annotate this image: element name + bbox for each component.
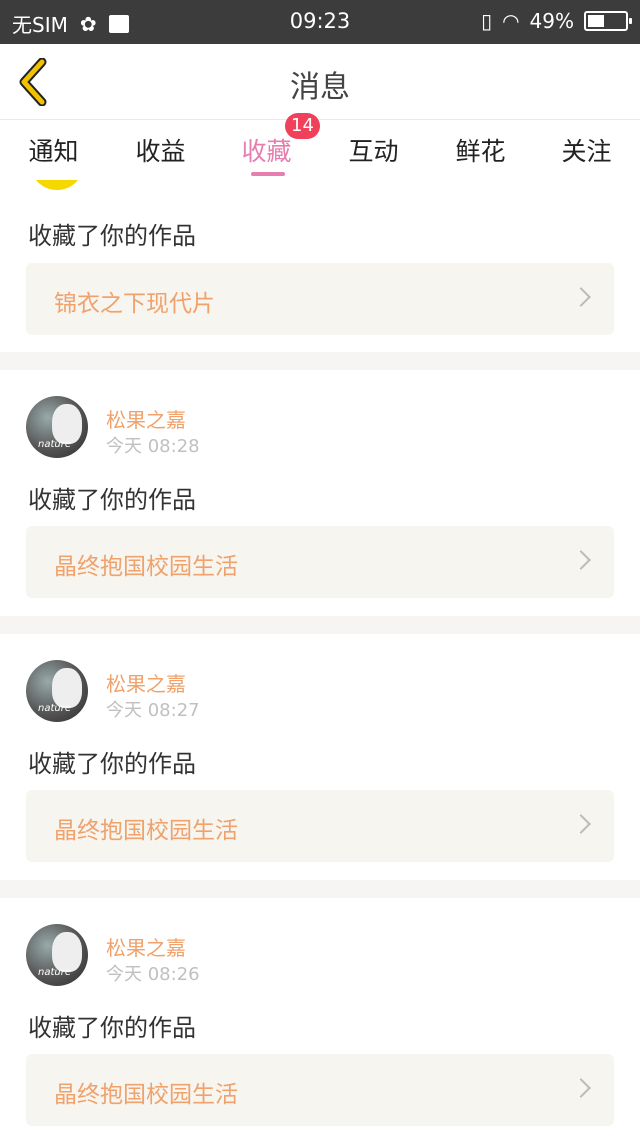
- work-title: 锦衣之下现代片: [54, 291, 215, 317]
- tab-bar: 通知 收益 收藏 互动 鲜花 关注: [0, 120, 640, 180]
- avatar[interactable]: [30, 180, 84, 190]
- timestamp: 今天 08:27: [106, 700, 200, 721]
- username[interactable]: 松果之嘉: [106, 932, 186, 961]
- action-text: 收藏了你的作品: [28, 222, 196, 250]
- avatar[interactable]: nature: [26, 660, 88, 722]
- battery-icon: [584, 11, 632, 31]
- unread-badge: 14: [285, 113, 320, 139]
- vibrate-icon: ▯: [481, 9, 493, 33]
- message-feed[interactable]: 收藏了你的作品 锦衣之下现代片 nature 松果之嘉 今天 08:28 收藏了…: [0, 180, 640, 1138]
- active-tab-indicator: [251, 172, 285, 176]
- action-text: 收藏了你的作品: [28, 486, 196, 514]
- username[interactable]: 松果之嘉: [106, 668, 186, 697]
- action-text: 收藏了你的作品: [28, 750, 196, 778]
- status-bar: 无SIM ✿ 09:23 ▯ ◠ 49%: [0, 0, 640, 44]
- status-right: ▯ ◠ 49%: [481, 9, 632, 33]
- tab-earnings[interactable]: 收益: [107, 132, 214, 168]
- chevron-right-icon: [571, 550, 591, 570]
- tab-flowers[interactable]: 鲜花: [427, 132, 534, 168]
- work-title: 晶终抱国校园生活: [54, 818, 238, 844]
- page-title: 消息: [290, 70, 350, 105]
- timestamp: 今天 08:26: [106, 964, 200, 985]
- work-link[interactable]: 晶终抱国校园生活: [26, 790, 614, 862]
- work-link[interactable]: 晶终抱国校园生活: [26, 1054, 614, 1126]
- avatar[interactable]: nature: [26, 924, 88, 986]
- chevron-right-icon: [571, 287, 591, 307]
- chevron-right-icon: [571, 1078, 591, 1098]
- username[interactable]: 松果之嘉: [106, 404, 186, 433]
- work-title: 晶终抱国校园生活: [54, 554, 238, 580]
- message-card: 收藏了你的作品 锦衣之下现代片: [0, 180, 640, 352]
- tab-notifications[interactable]: 通知: [0, 132, 107, 168]
- message-card: nature 松果之嘉 今天 08:28 收藏了你的作品 晶终抱国校园生活: [0, 370, 640, 616]
- message-card: nature 松果之嘉 今天 08:26 收藏了你的作品 晶终抱国校园生活: [0, 898, 640, 1138]
- action-text: 收藏了你的作品: [28, 1014, 196, 1042]
- tab-interactions[interactable]: 互动: [320, 132, 427, 168]
- battery-percent: 49%: [529, 9, 574, 33]
- avatar[interactable]: nature: [26, 396, 88, 458]
- work-link[interactable]: 晶终抱国校园生活: [26, 526, 614, 598]
- work-link[interactable]: 锦衣之下现代片: [26, 263, 614, 335]
- wifi-icon: ◠: [502, 9, 520, 33]
- work-title: 晶终抱国校园生活: [54, 1082, 238, 1108]
- message-card: nature 松果之嘉 今天 08:27 收藏了你的作品 晶终抱国校园生活: [0, 634, 640, 880]
- nav-bar: 消息: [0, 44, 640, 120]
- tab-following[interactable]: 关注: [533, 132, 640, 168]
- chevron-right-icon: [571, 814, 591, 834]
- timestamp: 今天 08:28: [106, 436, 200, 457]
